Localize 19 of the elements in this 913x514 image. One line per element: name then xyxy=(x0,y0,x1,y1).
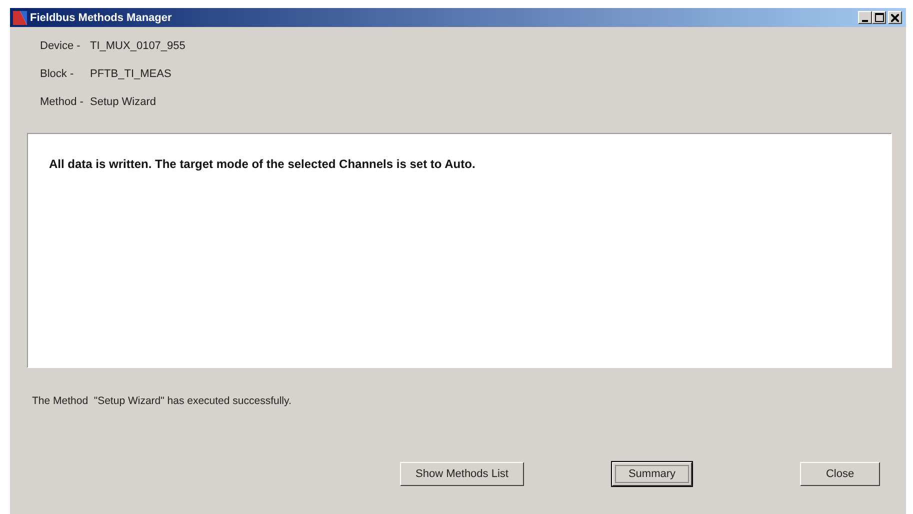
app-icon xyxy=(13,10,27,24)
field-value: TI_MUX_0107_955 xyxy=(90,40,186,52)
field-value: Setup Wizard xyxy=(90,96,156,108)
maximize-button[interactable] xyxy=(872,11,886,24)
message-text: All data is written. The target mode of the selected Channels is set to Auto. xyxy=(49,157,476,171)
dialog-button[interactable]: Show Methods List xyxy=(400,462,524,486)
field-label: Method - xyxy=(40,96,84,108)
field-label: Device - xyxy=(40,40,82,52)
dialog-button[interactable]: Summary xyxy=(612,462,692,486)
maximize-icon xyxy=(874,13,884,22)
status-text: The Method "Setup Wizard" has executed successfully. xyxy=(32,395,292,407)
minimize-icon xyxy=(862,20,868,22)
window-title: Fieldbus Methods Manager xyxy=(30,12,173,24)
field-label: Block - xyxy=(40,68,75,80)
close-button[interactable] xyxy=(888,11,902,24)
close-icon xyxy=(891,14,899,22)
minimize-button[interactable] xyxy=(858,11,872,24)
dialog-button[interactable]: Close xyxy=(800,462,880,486)
field-value: PFTB_TI_MEAS xyxy=(90,68,172,80)
